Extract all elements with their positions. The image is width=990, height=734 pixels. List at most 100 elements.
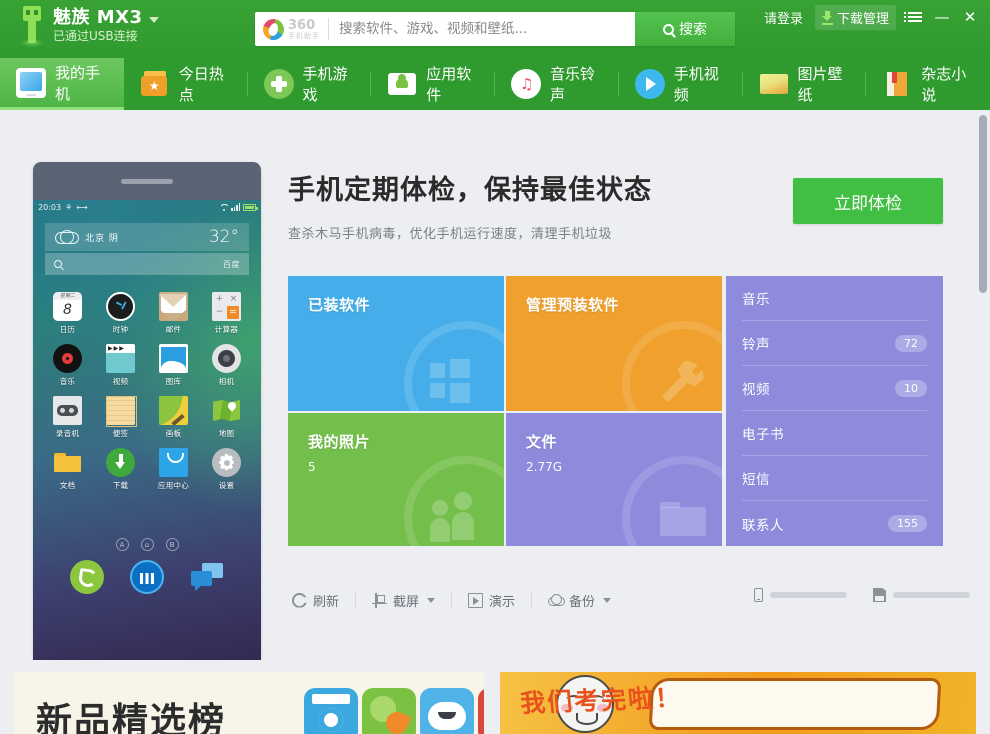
app-label: 便签 — [112, 429, 129, 438]
chevron-down-icon[interactable] — [427, 597, 436, 603]
app-calculator[interactable]: + × − = 计算器 — [200, 292, 253, 335]
banner-exam-done[interactable]: 我们考完啦！ 哇哈软件园 .COM — [500, 672, 976, 734]
tile-my-photos[interactable]: 我的照片 5 — [288, 413, 504, 546]
app-video[interactable]: 视频 — [94, 344, 147, 387]
page-dot[interactable]: A — [115, 538, 129, 551]
download-manager-button[interactable]: 下载管理 — [814, 4, 896, 30]
promo-banners: 新品精选榜 我们考完啦！ 哇哈软件园 .COM — [0, 660, 990, 734]
tile-files[interactable]: 文件 2.77G — [506, 413, 722, 546]
title-bar: 魅族 MX3 已通过USB连接 360 手机助手 搜索软件、游戏、视频和壁纸..… — [0, 0, 990, 58]
app-map[interactable]: 地图 — [200, 396, 253, 439]
messages-icon[interactable] — [190, 560, 224, 594]
list-item-badge: 72 — [895, 334, 927, 352]
list-item-ringtones[interactable]: 铃声 72 — [742, 321, 927, 366]
app-notes[interactable]: 便签 — [94, 396, 147, 439]
list-item-videos[interactable]: 视频 10 — [742, 366, 927, 411]
toolbar-label: 截屏 — [393, 594, 420, 610]
gamepad-icon — [263, 69, 294, 99]
sdcard-storage-meter — [873, 588, 970, 602]
minimize-button[interactable]: — — [934, 8, 950, 26]
android-app-icon — [387, 69, 417, 99]
refresh-button[interactable]: 刷新 — [288, 591, 355, 610]
speaker-icon — [121, 179, 173, 184]
app-documents[interactable]: 文档 — [41, 448, 94, 491]
nav-item-today-hot[interactable]: ★ 今日热点 — [124, 58, 248, 110]
search-input[interactable] — [329, 21, 635, 37]
nav-label: 应用软件 — [426, 65, 472, 104]
app-settings[interactable]: 设置 — [200, 448, 253, 491]
list-item-sms[interactable]: 短信 — [742, 456, 927, 501]
download-manager-label: 下载管理 — [836, 11, 889, 27]
tile-manage-preinstalled[interactable]: 管理预装软件 — [506, 276, 722, 411]
search-provider-label: 百度 — [223, 259, 240, 269]
main-nav: 我的手机 ★ 今日热点 手机游戏 应用软件 ♫ 音乐铃声 手机视频 图片壁纸 杂… — [0, 58, 990, 110]
nav-label: 我的手机 — [55, 63, 101, 103]
app-calendar[interactable]: 星期二 8 日历 — [41, 292, 94, 335]
login-link[interactable]: 请登录 — [764, 8, 803, 27]
chevron-down-icon[interactable] — [148, 16, 159, 23]
wifi-icon — [219, 204, 228, 211]
nav-item-music[interactable]: ♫ 音乐铃声 — [495, 58, 619, 110]
settings-gear-icon — [212, 448, 241, 477]
nav-label: 手机视频 — [673, 65, 719, 104]
banner-title: 新品精选榜 — [36, 701, 227, 734]
nav-item-my-phone[interactable]: 我的手机 — [0, 58, 124, 110]
nav-item-books[interactable]: 杂志小说 — [866, 58, 990, 110]
list-item-label: 铃声 — [742, 337, 770, 353]
tile-installed-apps[interactable]: 已装软件 — [288, 276, 504, 411]
nav-item-video[interactable]: 手机视频 — [619, 58, 743, 110]
page-dot[interactable]: B — [165, 538, 179, 551]
app-clock[interactable]: 时钟 — [94, 292, 147, 335]
app-label: 音乐 — [59, 377, 76, 386]
list-item-ebooks[interactable]: 电子书 — [742, 411, 927, 456]
scrollbar-track[interactable] — [976, 110, 990, 660]
app-label: 应用中心 — [157, 481, 190, 490]
search-icon — [663, 23, 674, 35]
list-item-music[interactable]: 音乐 — [742, 276, 927, 321]
list-item-label: 音乐 — [742, 292, 770, 308]
weather-temp: 32° — [208, 227, 239, 247]
search-icon — [54, 260, 62, 268]
scrollbar-thumb[interactable] — [979, 115, 987, 293]
nav-item-wallpaper[interactable]: 图片壁纸 — [743, 58, 867, 110]
meizu-icon[interactable] — [130, 560, 164, 594]
phone-storage-meter — [754, 588, 847, 602]
status-time: 20:03 — [38, 202, 62, 212]
app-drawing-board[interactable]: 画板 — [147, 396, 200, 439]
start-checkup-button[interactable]: 立即体检 — [793, 178, 943, 224]
screenshot-button[interactable]: 截屏 — [356, 591, 451, 610]
device-text: 魅族 MX3 已通过USB连接 — [53, 7, 159, 44]
backup-button[interactable]: 备份 — [532, 591, 627, 610]
phone-call-icon[interactable] — [70, 560, 104, 594]
app-store[interactable]: 应用中心 — [147, 448, 200, 491]
cloud-icon — [55, 230, 79, 244]
app-music[interactable]: 音乐 — [41, 344, 94, 387]
list-item-contacts[interactable]: 联系人 155 — [742, 501, 927, 546]
nav-item-games[interactable]: 手机游戏 — [248, 58, 372, 110]
app-label: 文档 — [59, 481, 76, 490]
promo-headline: 手机定期体检，保持最佳状态 查杀木马手机病毒，优化手机运行速度，清理手机垃圾 — [288, 168, 652, 242]
app-recorder[interactable]: 录音机 — [41, 396, 94, 439]
weather-widget[interactable]: 北京 阴 32° — [45, 223, 249, 251]
tile-title: 我的照片 — [308, 433, 371, 451]
app-gallery[interactable]: 图库 — [147, 344, 200, 387]
tile-title: 已装软件 — [308, 296, 371, 314]
calculator-icon: + × − = — [212, 292, 241, 321]
tile-title: 管理预装软件 — [526, 296, 620, 314]
nav-item-apps[interactable]: 应用软件 — [371, 58, 495, 110]
banner-new-apps[interactable]: 新品精选榜 — [14, 672, 484, 734]
app-camera[interactable]: 相机 — [200, 344, 253, 387]
app-download[interactable]: 下载 — [94, 448, 147, 491]
page-subtitle: 查杀木马手机病毒，优化手机运行速度，清理手机垃圾 — [288, 227, 613, 242]
close-button[interactable]: ✕ — [962, 8, 978, 26]
app-mail[interactable]: 邮件 — [147, 292, 200, 335]
phone-search-widget[interactable]: 百度 — [45, 253, 249, 275]
page-dot-home[interactable]: ⌂ — [140, 538, 154, 551]
hamburger-menu-icon[interactable] — [904, 12, 922, 22]
chevron-down-icon[interactable] — [603, 597, 612, 603]
demo-button[interactable]: 演示 — [452, 591, 531, 610]
search-button[interactable]: 搜索 — [635, 12, 735, 46]
phone-app-grid: 星期二 8 日历 时钟 邮件 + × − = 计算器 音乐 ▶▶▶ 视频 图库 … — [41, 292, 253, 491]
device-info[interactable]: 魅族 MX3 已通过USB连接 — [20, 6, 159, 47]
storage-bar — [893, 592, 970, 598]
